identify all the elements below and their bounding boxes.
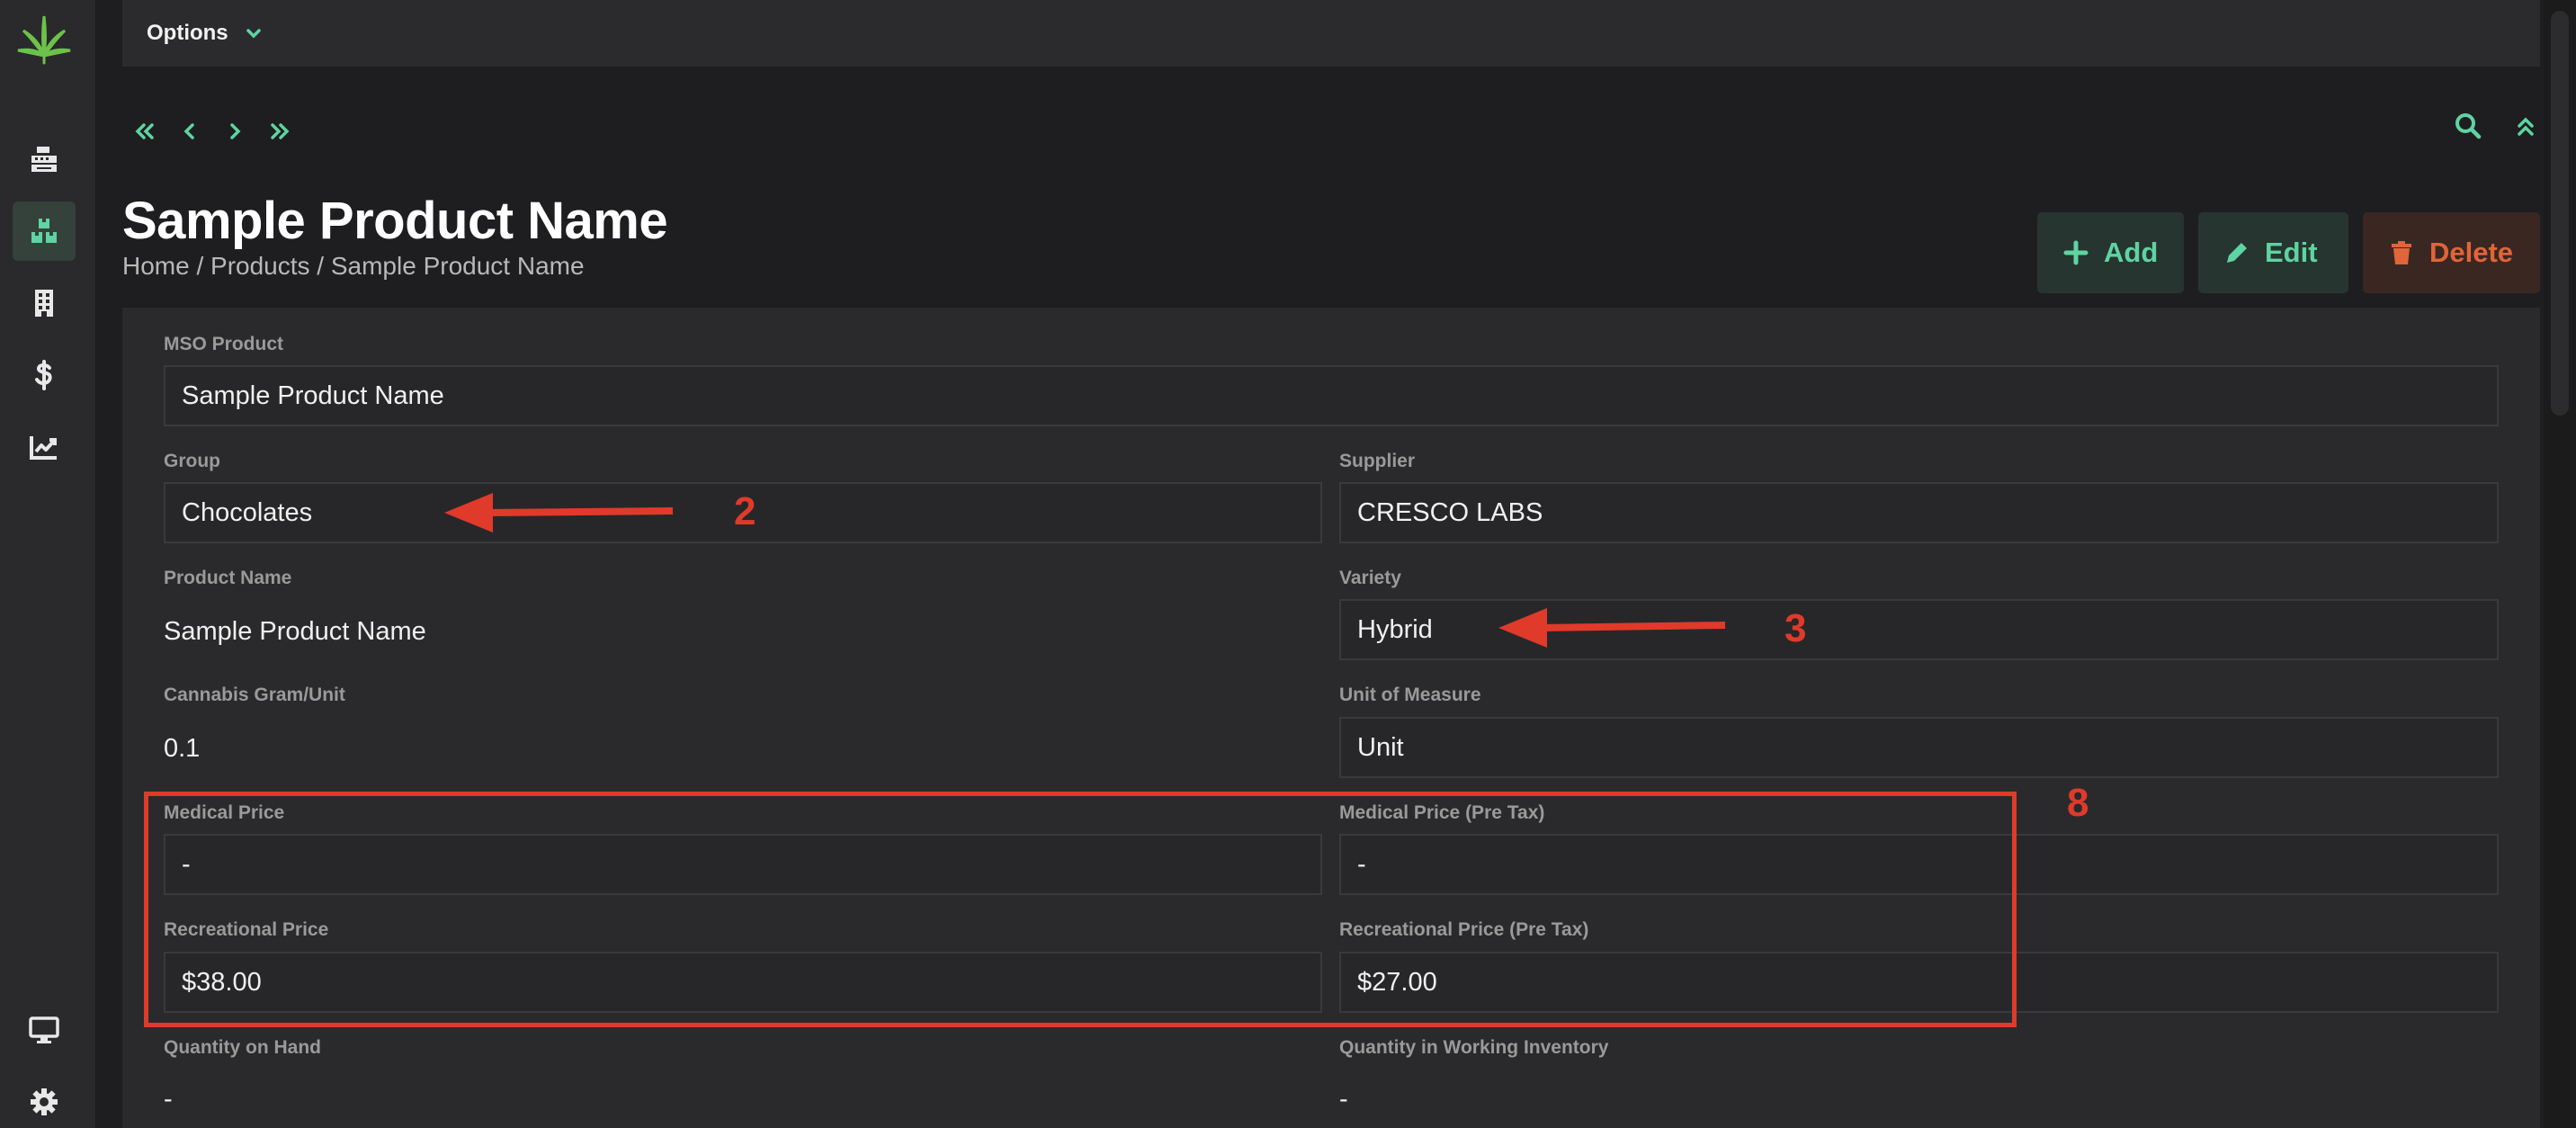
supplier-field[interactable]: CRESCO LABS	[1339, 482, 2499, 543]
scrollbar-thumb[interactable]	[2551, 11, 2569, 416]
quantity-on-hand-label: Quantity on Hand	[164, 1037, 321, 1058]
cannabis-gram-value: 0.1	[164, 734, 201, 763]
page-title: Sample Product Name	[122, 192, 668, 250]
options-label: Options	[147, 21, 228, 45]
record-navigation	[122, 115, 302, 148]
variety-label: Variety	[1339, 568, 1401, 588]
previous-record-button[interactable]	[167, 115, 212, 148]
edit-button[interactable]: Edit	[2198, 212, 2348, 293]
chevron-double-up-icon[interactable]	[2511, 112, 2540, 140]
boxes-icon	[31, 219, 57, 243]
group-label: Group	[164, 451, 220, 471]
next-record-button[interactable]	[212, 115, 257, 148]
breadcrumb[interactable]: Home / Products / Sample Product Name	[122, 252, 585, 281]
sidebar-item-finance[interactable]	[13, 345, 76, 405]
first-record-button[interactable]	[122, 115, 167, 148]
product-name-value: Sample Product Name	[164, 617, 426, 646]
plus-icon	[2063, 240, 2089, 265]
last-record-button[interactable]	[257, 115, 302, 148]
chevron-double-left-icon	[135, 123, 154, 139]
chart-line-icon	[30, 436, 57, 460]
page-scrollbar[interactable]	[2544, 0, 2576, 1128]
sidebar-item-display[interactable]	[13, 1000, 76, 1060]
annotation-arrow-2	[444, 493, 674, 533]
dollar-icon	[35, 360, 52, 390]
pencil-icon	[2227, 243, 2247, 263]
quantity-working-value: -	[1339, 1085, 1348, 1114]
delete-button[interactable]: Delete	[2363, 212, 2540, 293]
chevron-left-icon	[183, 123, 194, 139]
app-root: Options Sample Product Name Home / Produ…	[0, 0, 2576, 1128]
chevron-down-icon	[246, 29, 261, 39]
annotation-label-2: 2	[734, 489, 756, 533]
sidebar-item-locations[interactable]	[13, 273, 76, 333]
unit-of-measure-label: Unit of Measure	[1339, 685, 1481, 705]
annotation-arrow-3	[1498, 608, 1726, 648]
sidebar-item-settings[interactable]	[13, 1072, 76, 1128]
supplier-label: Supplier	[1339, 451, 1416, 471]
edit-button-label: Edit	[2265, 237, 2318, 268]
cannabis-leaf-logo[interactable]	[13, 11, 76, 65]
gear-icon	[31, 1088, 58, 1115]
chevron-right-icon	[230, 123, 241, 139]
product-name-label: Product Name	[164, 568, 292, 588]
sidebar-item-inventory[interactable]	[13, 201, 76, 261]
chevron-double-right-icon	[271, 123, 290, 139]
sidebar-item-reports[interactable]	[13, 417, 76, 477]
building-icon	[35, 290, 53, 317]
mso-product-label: MSO Product	[164, 334, 284, 354]
trash-icon	[2392, 241, 2411, 264]
add-button[interactable]: Add	[2037, 212, 2184, 293]
annotation-label-8: 8	[2067, 781, 2089, 825]
cash-register-icon	[31, 147, 57, 172]
delete-button-label: Delete	[2429, 237, 2514, 268]
mso-product-field[interactable]: Sample Product Name	[164, 365, 2499, 426]
action-buttons: Add Edit Delete	[2037, 212, 2540, 293]
sidebar	[0, 0, 96, 1128]
add-button-label: Add	[2104, 237, 2159, 268]
sidebar-item-register[interactable]	[13, 130, 76, 189]
options-bar[interactable]: Options	[122, 0, 2540, 67]
desktop-icon	[29, 1016, 59, 1043]
search-icon[interactable]	[2454, 112, 2482, 140]
annotation-box-8	[144, 792, 2017, 1027]
top-right-tools	[2454, 112, 2540, 140]
cannabis-gram-label: Cannabis Gram/Unit	[164, 685, 345, 705]
quantity-working-label: Quantity in Working Inventory	[1339, 1037, 1609, 1058]
unit-of-measure-field[interactable]: Unit	[1339, 717, 2499, 778]
annotation-label-3: 3	[1784, 606, 1807, 650]
quantity-on-hand-value: -	[164, 1085, 173, 1114]
